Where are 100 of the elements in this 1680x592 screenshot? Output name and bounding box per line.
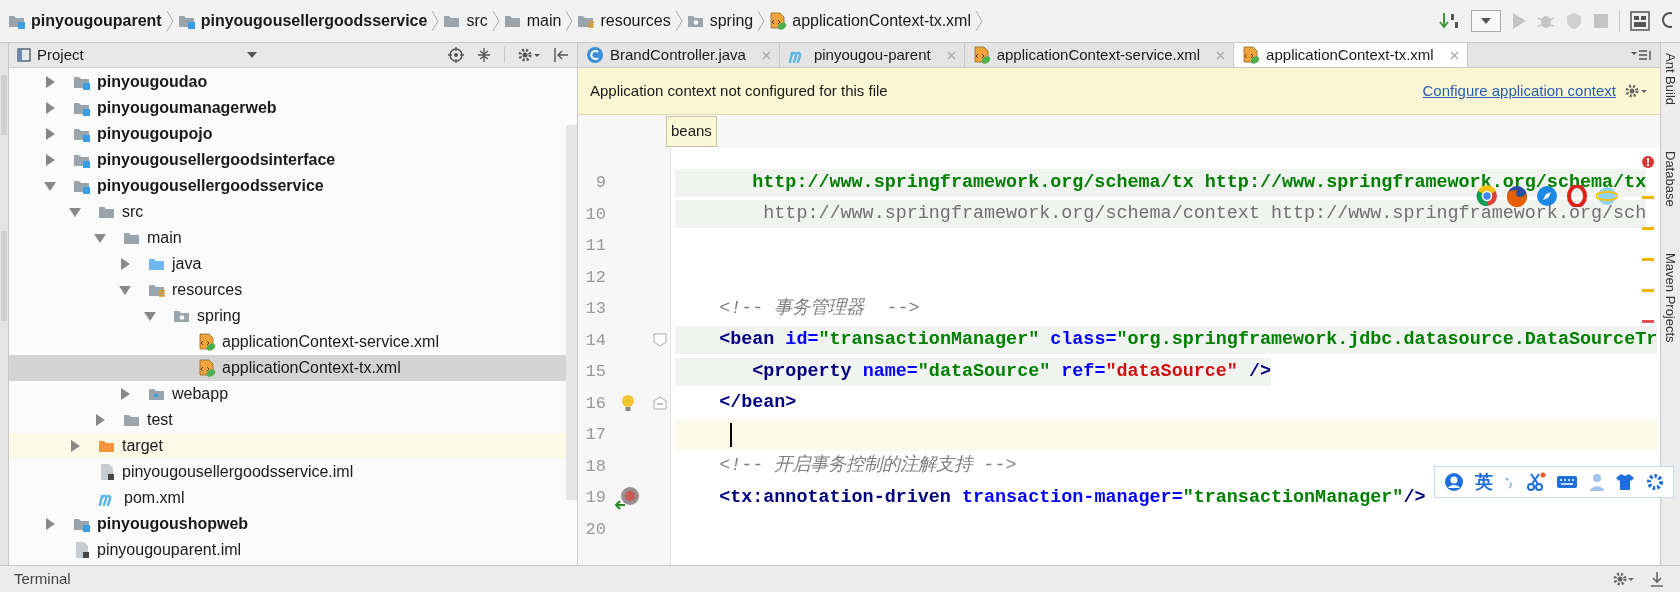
expanded-arrow-icon[interactable] xyxy=(118,283,132,297)
tree-item[interactable]: main xyxy=(9,225,566,251)
settings-icon[interactable] xyxy=(1624,83,1648,99)
shirt-icon[interactable] xyxy=(1615,473,1636,491)
code-line: <!-- 开启事务控制的注解支持 --> xyxy=(718,453,1017,479)
line-number: 15 xyxy=(584,361,606,383)
tree-item[interactable]: pinyougousellergoodsinterface xyxy=(9,147,566,173)
tree-item[interactable]: applicationContext-service.xml xyxy=(9,329,566,355)
tree-item[interactable]: pinyougousellergoodsservice xyxy=(9,173,566,199)
path-breadcrumb[interactable]: resources xyxy=(573,9,675,33)
expanded-arrow-icon[interactable] xyxy=(143,309,157,323)
close-icon[interactable] xyxy=(761,50,771,60)
sort-down-icon[interactable] xyxy=(1439,11,1461,31)
tree-item[interactable]: pinyougoupojo xyxy=(9,121,566,147)
collapsed-arrow-icon[interactable] xyxy=(43,127,57,141)
project-structure-icon[interactable] xyxy=(1630,11,1650,31)
terminal-tab[interactable]: Terminal xyxy=(14,567,71,591)
close-icon[interactable] xyxy=(1449,50,1459,60)
collapsed-arrow-icon[interactable] xyxy=(43,153,57,167)
download-icon[interactable] xyxy=(1650,571,1664,587)
collapsed-arrow-icon[interactable] xyxy=(68,439,82,453)
settings-icon[interactable] xyxy=(517,47,541,63)
module-folder-icon xyxy=(73,74,91,90)
collapsed-arrow-icon[interactable] xyxy=(43,517,57,531)
tree-item[interactable]: resources xyxy=(9,277,566,303)
tree-item[interactable]: pinyougousellergoodsservice.iml xyxy=(9,459,566,485)
line-number: 13 xyxy=(584,298,606,320)
expanded-arrow-icon[interactable] xyxy=(68,205,82,219)
settings-icon[interactable] xyxy=(1645,473,1664,491)
path-breadcrumb[interactable]: src xyxy=(439,9,492,33)
path-breadcrumb[interactable]: main xyxy=(499,9,566,33)
side-tool-tab[interactable]: Maven Projects xyxy=(1660,252,1680,343)
tree-item[interactable]: spring xyxy=(9,303,566,329)
folder-icon xyxy=(443,13,462,29)
chevron-icon xyxy=(491,10,500,32)
tree-item[interactable]: test xyxy=(9,407,566,433)
settings-icon[interactable] xyxy=(1612,571,1634,587)
tree-item[interactable]: java xyxy=(9,251,566,277)
tree-item[interactable]: target xyxy=(9,433,566,459)
caret-icon xyxy=(247,52,257,58)
line-number: 11 xyxy=(584,235,606,257)
tab-list-icon[interactable] xyxy=(1630,48,1652,62)
tree-item[interactable]: pom.xml xyxy=(9,485,566,511)
fold-marker-icon[interactable] xyxy=(653,396,667,411)
navigate-icon[interactable] xyxy=(615,484,641,511)
collapsed-arrow-icon[interactable] xyxy=(93,413,107,427)
tree-item[interactable]: pinyougoushopweb xyxy=(9,511,566,537)
close-icon[interactable] xyxy=(946,50,956,60)
hide-panel-icon[interactable] xyxy=(553,47,569,63)
fold-marker-icon[interactable] xyxy=(653,333,667,348)
chevron-icon xyxy=(674,10,683,32)
folder-icon xyxy=(503,13,522,29)
person-icon[interactable] xyxy=(1588,473,1605,491)
close-icon[interactable] xyxy=(1216,50,1226,60)
error-indicator-icon[interactable] xyxy=(1642,156,1654,168)
module-file-icon xyxy=(98,463,116,481)
path-breadcrumb[interactable]: pinyougouparent xyxy=(4,9,166,33)
module-file-icon xyxy=(73,541,91,559)
language-mode-toggle[interactable]: 英 xyxy=(1474,468,1493,496)
collapsed-arrow-icon[interactable] xyxy=(43,75,57,89)
configure-link[interactable]: Configure application context xyxy=(1422,79,1616,103)
resource-folder-icon xyxy=(577,13,596,29)
search-icon[interactable] xyxy=(1660,11,1672,31)
line-number: 18 xyxy=(584,455,606,478)
side-tool-tab[interactable]: Database xyxy=(1660,151,1680,207)
collapsed-arrow-icon[interactable] xyxy=(118,387,132,401)
collapse-all-icon[interactable] xyxy=(476,47,492,63)
collapsed-arrow-icon[interactable] xyxy=(118,257,132,271)
expanded-arrow-icon[interactable] xyxy=(43,179,57,193)
path-breadcrumb[interactable]: spring xyxy=(682,9,758,33)
tree-item[interactable]: pinyougoumanagerweb xyxy=(9,95,566,121)
module-folder-icon xyxy=(73,100,91,116)
module-folder-icon xyxy=(73,516,91,532)
collapsed-arrow-icon[interactable] xyxy=(43,101,57,115)
path-breadcrumb[interactable]: applicationContext-tx.xml xyxy=(765,9,975,33)
run-config-dropdown[interactable] xyxy=(1471,10,1501,32)
code-line: <!-- 事务管理器 --> xyxy=(718,296,920,321)
tree-item[interactable]: webapp xyxy=(9,381,566,407)
xml-file-icon xyxy=(972,46,991,64)
lightbulb-icon[interactable] xyxy=(621,394,635,413)
folder-icon xyxy=(123,230,141,246)
tree-item[interactable]: pinyougouparent.iml xyxy=(9,537,566,563)
tag-breadcrumb[interactable]: beans xyxy=(666,116,717,147)
code-line: </bean> xyxy=(718,391,797,416)
package-folder-icon xyxy=(686,13,705,29)
chevron-icon xyxy=(975,10,983,32)
tree-item[interactable]: pinyougoudao xyxy=(9,69,566,95)
expanded-arrow-icon[interactable] xyxy=(93,231,107,245)
target-icon[interactable] xyxy=(448,47,464,63)
keyboard-icon[interactable] xyxy=(1556,474,1579,490)
module-folder-icon xyxy=(8,13,26,29)
side-tool-tab[interactable]: Ant Build xyxy=(1660,53,1680,106)
scissors-icon[interactable] xyxy=(1525,472,1546,492)
tree-item[interactable]: applicationContext-tx.xml xyxy=(9,355,566,381)
module-folder-icon xyxy=(177,13,196,29)
scrollbar[interactable] xyxy=(566,125,577,500)
path-breadcrumb[interactable]: pinyougousellergoodsservice xyxy=(173,9,432,33)
editor-tab[interactable]: applicationContext-tx.xml xyxy=(1234,43,1468,67)
user-circle-icon[interactable] xyxy=(1444,472,1465,492)
tree-item[interactable]: src xyxy=(9,199,566,225)
